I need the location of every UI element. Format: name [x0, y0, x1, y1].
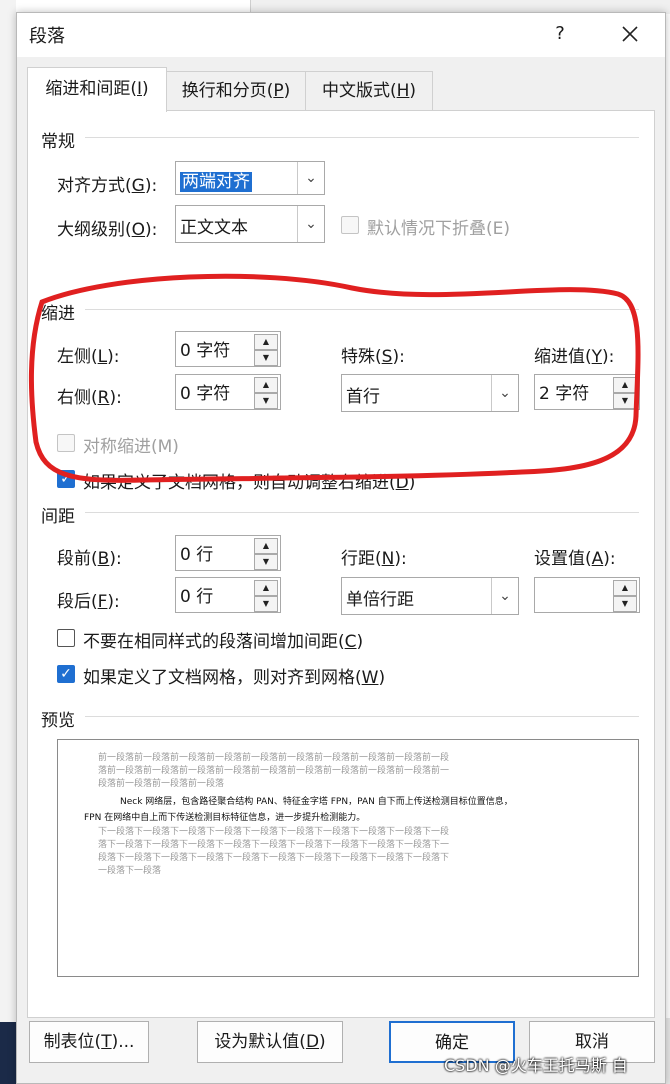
- space-after-spinner[interactable]: 0 行 ▲ ▼: [175, 577, 281, 613]
- tabs-button[interactable]: 制表位(T)...: [29, 1021, 149, 1063]
- alignment-value: 两端对齐: [180, 172, 252, 192]
- tab-asian-typography[interactable]: 中文版式(H): [305, 71, 433, 110]
- paragraph-dialog: 段落 ? 缩进和间距(I) 换行和分页(P) 中文版式(H) 常规 对齐方式(G…: [16, 12, 666, 1084]
- spin-up-icon[interactable]: ▲: [254, 580, 278, 596]
- line-spacing-label: 行距(N):: [341, 549, 407, 569]
- spin-down-icon[interactable]: ▼: [254, 554, 278, 570]
- spin-up-icon[interactable]: ▲: [254, 538, 278, 554]
- line-spacing-select[interactable]: 单倍行距 ⌄: [341, 577, 519, 615]
- close-icon: [622, 26, 638, 42]
- snap-to-grid-checkbox[interactable]: ✓: [57, 665, 75, 683]
- spacing-heading: 间距: [41, 507, 75, 527]
- dialog-title: 段落: [29, 26, 65, 47]
- title-bar: 段落 ?: [17, 13, 665, 57]
- snap-to-grid-label: 如果定义了文档网格，则对齐到网格(W): [83, 668, 386, 688]
- no-space-same-style-checkbox[interactable]: [57, 629, 75, 647]
- background-strip: [0, 0, 16, 1084]
- space-after-value: 0 行: [180, 587, 214, 607]
- alignment-select[interactable]: 两端对齐 ⌄: [175, 161, 325, 195]
- chevron-down-icon: ⌄: [297, 206, 324, 242]
- chevron-down-icon: ⌄: [491, 578, 518, 614]
- space-before-spinner[interactable]: 0 行 ▲ ▼: [175, 535, 281, 571]
- tab-label: 换行和分页(: [181, 81, 274, 101]
- spacing-at-spinner[interactable]: ▲ ▼: [534, 577, 640, 613]
- space-before-value: 0 行: [180, 545, 214, 565]
- preview-heading: 预览: [41, 711, 75, 731]
- divider: [85, 512, 639, 513]
- alignment-label: 对齐方式(G):: [57, 176, 158, 196]
- divider: [85, 716, 639, 717]
- space-before-label: 段前(B):: [57, 549, 122, 569]
- chevron-down-icon: ⌄: [297, 162, 324, 194]
- divider: [85, 137, 639, 138]
- spacing-at-label: 设置值(A):: [534, 549, 616, 569]
- space-after-label: 段后(F):: [57, 592, 120, 612]
- set-as-default-button[interactable]: 设为默认值(D): [197, 1021, 343, 1063]
- collapse-by-default-checkbox[interactable]: [341, 216, 359, 234]
- preview-previous-paragraph: 前一段落前一段落前一段落前一段落前一段落前一段落前一段落前一段落前一段落前一段 …: [98, 753, 450, 789]
- preview-pane: 前一段落前一段落前一段落前一段落前一段落前一段落前一段落前一段落前一段落前一段 …: [57, 739, 639, 977]
- close-button[interactable]: [615, 19, 645, 49]
- tab-indent-spacing[interactable]: 缩进和间距(I): [27, 67, 167, 112]
- outline-level-value: 正文文本: [180, 218, 248, 238]
- preview-next-paragraph: 下一段落下一段落下一段落下一段落下一段落下一段落下一段落下一段落下一段落下一段 …: [98, 827, 450, 876]
- tab-label: 缩进和间距(: [45, 79, 137, 99]
- outline-level-label: 大纲级别(O):: [57, 220, 158, 240]
- no-space-same-style-label: 不要在相同样式的段落间增加间距(C): [83, 632, 364, 652]
- red-highlight-annotation: [28, 273, 641, 483]
- preview-sample-paragraph: Neck 网络层，包含路径聚合结构 PAN、特征金字塔 FPN，PAN 自下而上…: [84, 797, 513, 823]
- tab-label: 中文版式(: [321, 81, 397, 101]
- spin-up-icon[interactable]: ▲: [613, 580, 637, 596]
- tab-line-page-breaks[interactable]: 换行和分页(P): [166, 71, 306, 110]
- watermark: CSDN @火车王托马斯 自: [444, 1056, 628, 1075]
- spin-down-icon[interactable]: ▼: [613, 596, 637, 612]
- outline-level-select[interactable]: 正文文本 ⌄: [175, 205, 325, 243]
- line-spacing-value: 单倍行距: [346, 590, 414, 610]
- general-heading: 常规: [41, 132, 75, 152]
- help-button[interactable]: ?: [545, 19, 575, 49]
- collapse-by-default-label: 默认情况下折叠(E): [367, 219, 511, 239]
- spin-down-icon[interactable]: ▼: [254, 596, 278, 612]
